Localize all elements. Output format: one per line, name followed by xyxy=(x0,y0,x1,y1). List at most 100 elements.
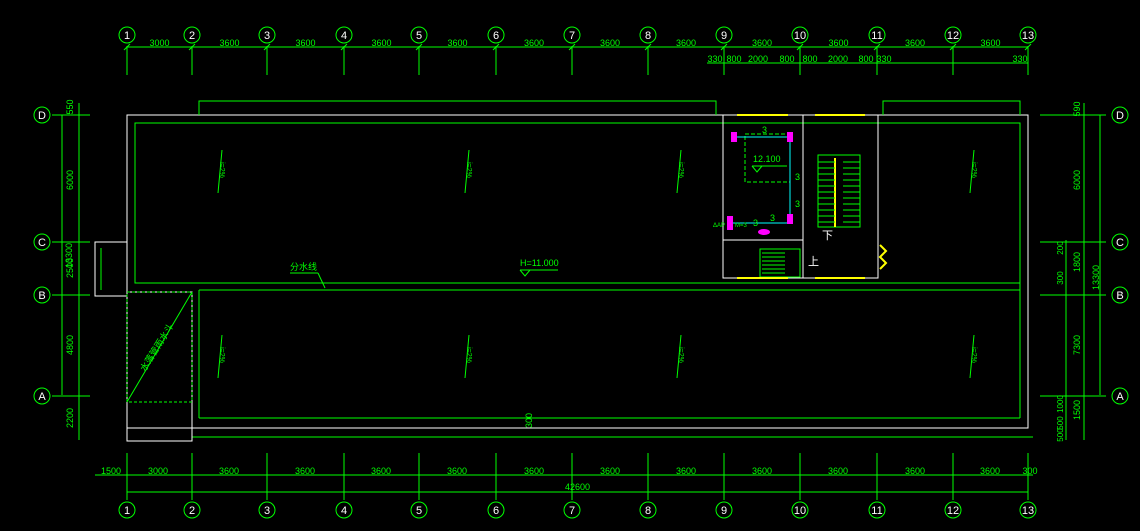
axis-label-top: 9 xyxy=(721,30,727,42)
axis-label-bottom: 1 xyxy=(124,505,130,517)
top-dimension: 3600 xyxy=(371,38,391,48)
slope-label: i=2% xyxy=(677,347,684,363)
bottom-dimension: 3600 xyxy=(980,466,1000,476)
top-sub-dimension: 800 xyxy=(726,54,741,64)
right-dimension: 1500 xyxy=(1072,400,1082,420)
top-sub-dimension: 330 xyxy=(1012,54,1027,64)
drain-label-1: 3 xyxy=(762,125,767,135)
bottom-dimension: 3600 xyxy=(828,466,848,476)
axis-label-bottom: 7 xyxy=(569,505,575,517)
bottom-dimension: 3600 xyxy=(524,466,544,476)
axis-label-bottom: 6 xyxy=(493,505,499,517)
axis-label-top: 2 xyxy=(189,30,195,42)
slope-label: i=2% xyxy=(970,347,977,363)
bottom-dimension: 3600 xyxy=(905,466,925,476)
right-small-dimension: 500 xyxy=(1056,416,1065,430)
right-total-dimension: 13300 xyxy=(1091,265,1101,290)
axis-label-right: B xyxy=(1116,290,1123,302)
dimension-lines xyxy=(61,46,1101,493)
top-sub-dimension: 2000 xyxy=(828,54,848,64)
axis-label-bottom: 13 xyxy=(1022,505,1034,517)
top-dimension: 3600 xyxy=(447,38,467,48)
slope-label: i=2% xyxy=(970,162,977,178)
bottom-dimension: 1500 xyxy=(101,466,121,476)
top-dimension: 3600 xyxy=(295,38,315,48)
top-sub-dimension: 800 xyxy=(779,54,794,64)
axis-label-bottom: 3 xyxy=(264,505,270,517)
stair-treads xyxy=(818,161,860,223)
right-small-dimension: 1000 xyxy=(1056,395,1065,413)
bottom-dimension: 3600 xyxy=(219,466,239,476)
stair-down-label: 下 xyxy=(822,230,833,242)
top-dimension: 3600 xyxy=(676,38,696,48)
axis-label-top: 6 xyxy=(493,30,499,42)
axis-label-top: 11 xyxy=(871,30,882,42)
top-dimension: 3600 xyxy=(600,38,620,48)
axis-label-bottom: 10 xyxy=(794,505,806,517)
top-sub-dimension: 2000 xyxy=(748,54,768,64)
bottom-dimension: 300 xyxy=(1022,466,1037,476)
top-dimension: 3600 xyxy=(828,38,848,48)
small-label-2: M=3 xyxy=(735,223,748,229)
axis-label-top: 12 xyxy=(947,30,959,42)
right-small-dimension: 200 xyxy=(1056,241,1065,255)
axis-label-right: C xyxy=(1116,237,1124,249)
diagonal-label: 水落管雨水斗 xyxy=(137,321,175,373)
slope-label: i=2% xyxy=(465,162,472,178)
slope-label: i=2% xyxy=(218,162,225,178)
divide-line-label: 分水线 xyxy=(290,261,317,272)
center-mark-label: 300 xyxy=(524,413,534,428)
axis-label-bottom: 4 xyxy=(341,505,347,517)
axis-label-top: 3 xyxy=(264,30,270,42)
bottom-dimension: 3600 xyxy=(447,466,467,476)
bottom-dimension: 3600 xyxy=(600,466,620,476)
axis-label-bottom: 11 xyxy=(871,505,882,517)
axis-label-bottom: 5 xyxy=(416,505,422,517)
axis-label-right: D xyxy=(1116,110,1124,122)
bottom-dimension: 3000 xyxy=(148,466,168,476)
stair-treads-lower xyxy=(762,252,785,274)
dimension-texts: 3000 3600 3600 3600 3600 3600 3600 3600 3600 3600… xyxy=(65,38,1082,476)
bottom-dimension: 3600 xyxy=(676,466,696,476)
drain-label-3: 3 xyxy=(770,213,775,223)
stair-up-label: 上 xyxy=(808,255,819,268)
top-sub-dimension: 330 xyxy=(707,54,722,64)
axis-label-bottom: 2 xyxy=(189,505,195,517)
grid-axes-y: D D C C B B A A xyxy=(33,106,1129,405)
axis-label-bottom: 8 xyxy=(645,505,651,517)
right-dimension: 590 xyxy=(1072,101,1082,116)
axis-label-left: D xyxy=(38,110,46,122)
right-small-dimension: 500 xyxy=(1056,428,1065,442)
right-small-dimension: 300 xyxy=(1056,271,1065,285)
left-dimension: 2500 xyxy=(65,258,75,278)
right-dimension: 7300 xyxy=(1072,335,1082,355)
left-dimension: 4800 xyxy=(65,335,75,355)
axis-label-top: 7 xyxy=(569,30,575,42)
axis-label-bottom: 12 xyxy=(947,505,959,517)
stair-elevation-label: 12.100 xyxy=(753,154,781,164)
left-dimension: 2200 xyxy=(65,408,75,428)
axis-label-top: 5 xyxy=(416,30,422,42)
small-label: ΔAP xyxy=(713,223,725,229)
bottom-dimension: 3600 xyxy=(371,466,391,476)
bottom-dimension: 3600 xyxy=(752,466,772,476)
axis-label-right: A xyxy=(1116,391,1124,403)
axis-label-top: 13 xyxy=(1022,30,1034,42)
slope-label: i=2% xyxy=(218,347,225,363)
top-sub-dimension: 800 xyxy=(802,54,817,64)
right-dimension: 1800 xyxy=(1072,252,1082,272)
drain-label-4: 3 xyxy=(795,199,800,209)
drain-label-2: 3 xyxy=(753,218,758,228)
slope-arrows: i=2% i=2% i=2% i=2% i=2% i=2% i=2% i=2% xyxy=(217,149,977,379)
top-dimension: 3600 xyxy=(905,38,925,48)
top-sub-dimension: 330 xyxy=(876,54,891,64)
left-dimension: 550 xyxy=(65,99,75,114)
axis-label-top: 4 xyxy=(341,30,347,42)
drain-label-5: 3 xyxy=(795,172,800,182)
left-dimension: 6000 xyxy=(65,170,75,190)
slope-label: i=2% xyxy=(677,162,684,178)
top-dimension: 3600 xyxy=(752,38,772,48)
top-dimension: 3600 xyxy=(980,38,1000,48)
axis-label-left: A xyxy=(38,391,46,403)
top-dimension: 3600 xyxy=(524,38,544,48)
